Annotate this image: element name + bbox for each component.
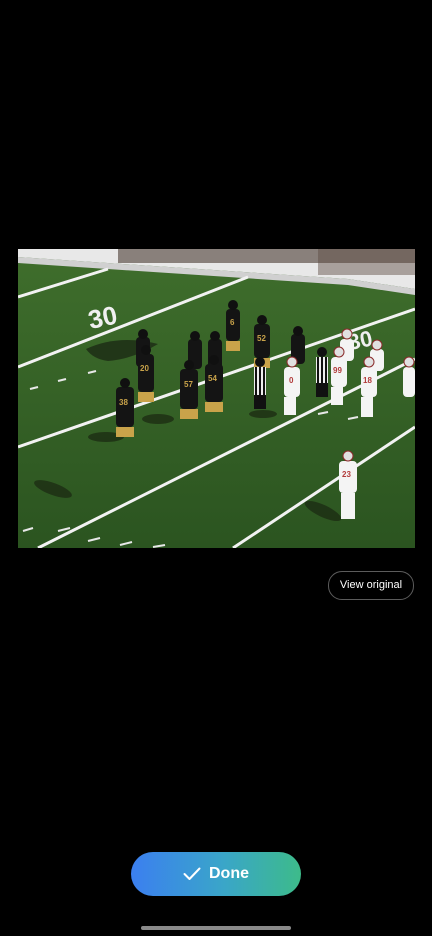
- view-original-button[interactable]: View original: [328, 571, 414, 600]
- home-indicator[interactable]: [141, 926, 291, 930]
- dark-jersey-number: 54: [208, 374, 217, 383]
- white-jersey-number: 18: [363, 376, 372, 385]
- checkmark-icon: [183, 867, 201, 880]
- done-label: Done: [209, 865, 249, 882]
- dark-jersey-number: 6: [230, 318, 235, 327]
- white-jersey-number: 0: [289, 376, 294, 385]
- white-jersey-number: 99: [333, 366, 342, 375]
- white-jersey-number: 23: [342, 470, 351, 479]
- dark-jersey-number: 20: [140, 364, 149, 373]
- football-photo: 30 30 6 52 20 54 57 38 0 99 18 23: [18, 249, 415, 548]
- done-button[interactable]: Done: [131, 852, 301, 896]
- football-field-illustration: 30 30 6 52 20 54 57 38 0 99 18 23: [18, 249, 415, 548]
- dark-jersey-number: 57: [184, 380, 193, 389]
- dark-jersey-number: 52: [257, 334, 266, 343]
- dark-jersey-number: 38: [119, 398, 128, 407]
- yard-number-left: 30: [85, 300, 120, 335]
- photo-viewer-screen: 30 30 6 52 20 54 57 38 0 99 18 23 View o…: [0, 0, 432, 936]
